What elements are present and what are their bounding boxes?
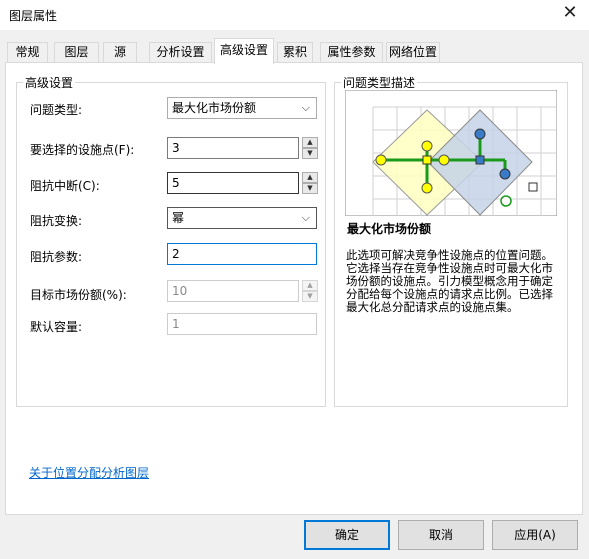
description-title: 问题类型描述	[343, 76, 416, 90]
tab-analysis-settings[interactable]: 分析设置	[149, 42, 212, 63]
target-share-stepper: ▲ ▼	[302, 280, 318, 302]
tab-accumulation[interactable]: 累积	[277, 42, 313, 63]
impedance-transform-label: 阻抗变换:	[30, 214, 83, 228]
impedance-cutoff-label: 阻抗中断(C):	[30, 179, 100, 193]
spin-down-icon[interactable]: ▼	[302, 183, 318, 194]
yellow-facility	[422, 155, 432, 165]
tab-strip: 常规 图层 源 分析设置 高级设置 累积 属性参数 网络位置	[0, 38, 589, 64]
chevron-down-icon: ⌵	[301, 101, 310, 114]
spin-up-icon: ▲	[302, 280, 318, 291]
description-text: 此选项可解决竞争性设施点的位置问题。它选择当存在竞争性设施点时可最大化市场份额的…	[346, 248, 553, 314]
impedance-transform-select[interactable]: 幂 ⌵	[167, 207, 317, 229]
spin-up-icon[interactable]: ▲	[302, 137, 318, 148]
tab-attribute-params[interactable]: 属性参数	[320, 42, 383, 63]
target-share-input: 10	[167, 280, 299, 302]
tab-source[interactable]: 源	[103, 42, 137, 63]
problem-type-label: 问题类型:	[30, 103, 83, 117]
problem-type-select[interactable]: 最大化市场份额 ⌵	[167, 97, 317, 119]
spin-down-icon[interactable]: ▼	[302, 148, 318, 159]
impedance-transform-value: 幂	[172, 211, 185, 225]
ok-button[interactable]: 确定	[304, 520, 390, 550]
target-share-label: 目标市场份额(%):	[30, 288, 127, 302]
impedance-param-input[interactable]: 2	[167, 243, 317, 265]
description-heading: 最大化市场份额	[347, 222, 432, 236]
window-title: 图层属性	[9, 9, 58, 23]
problem-type-value: 最大化市场份额	[172, 101, 257, 115]
close-icon[interactable]: ✕	[556, 2, 584, 26]
tab-advanced-settings[interactable]: 高级设置	[214, 38, 274, 64]
spin-up-icon[interactable]: ▲	[302, 172, 318, 183]
title-bar: 图层属性 ✕	[0, 0, 589, 30]
impedance-cutoff-input[interactable]: 5	[167, 172, 299, 194]
advanced-settings-title: 高级设置	[25, 76, 74, 90]
impedance-param-label: 阻抗参数:	[30, 250, 83, 264]
facilities-label: 要选择的设施点(F):	[30, 143, 135, 157]
spin-down-icon: ▼	[302, 291, 318, 302]
candidate-point	[500, 195, 512, 207]
default-capacity-input: 1	[167, 313, 317, 335]
chevron-down-icon: ⌵	[301, 211, 310, 224]
facilities-stepper[interactable]: ▲ ▼	[302, 137, 318, 159]
blue-facility	[475, 155, 485, 165]
impedance-cutoff-stepper[interactable]: ▲ ▼	[302, 172, 318, 194]
tab-layer[interactable]: 图层	[54, 42, 99, 63]
cancel-button[interactable]: 取消	[398, 520, 484, 550]
advanced-settings-group: 高级设置	[16, 74, 326, 407]
maximize-market-share-diagram	[345, 90, 557, 216]
tab-general[interactable]: 常规	[7, 42, 48, 63]
location-allocation-help-link[interactable]: 关于位置分配分析图层	[29, 464, 149, 481]
apply-button[interactable]: 应用(A)	[492, 520, 578, 550]
tab-network-locations[interactable]: 网络位置	[386, 42, 440, 63]
default-capacity-label: 默认容量:	[30, 320, 83, 334]
candidate-facility	[528, 182, 538, 192]
facilities-input[interactable]: 3	[167, 137, 299, 159]
